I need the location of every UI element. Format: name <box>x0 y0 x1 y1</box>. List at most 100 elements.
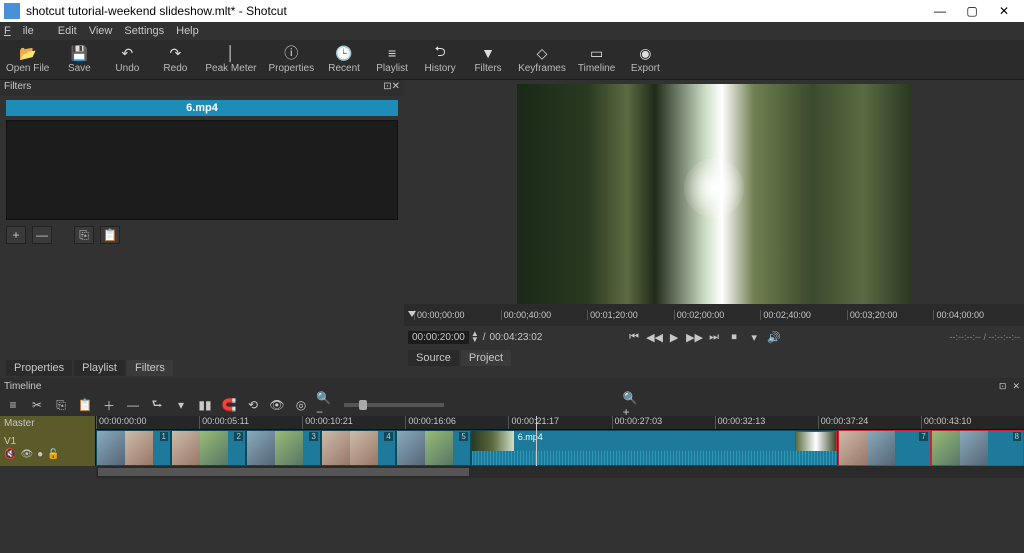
preview-ruler[interactable]: 00:00;00:0000:00;40:0000:01;20:0000:02;0… <box>404 304 1024 326</box>
tab-properties[interactable]: Properties <box>6 360 72 376</box>
window-title: shotcut tutorial-weekend slideshow.mlt* … <box>26 4 924 18</box>
stop-icon[interactable]: ⏹ <box>726 331 742 344</box>
cut-icon[interactable]: ✂ <box>28 396 46 414</box>
history-button[interactable]: ⮌History <box>422 45 458 74</box>
total-duration: 00:04:23:02 <box>490 332 543 343</box>
redo-button[interactable]: ↷Redo <box>157 45 193 74</box>
menu-file[interactable]: File <box>4 25 46 37</box>
menu-icon[interactable]: ≡ <box>4 396 22 414</box>
tab-source[interactable]: Source <box>408 350 459 366</box>
timeline-hscroll[interactable] <box>96 466 1024 478</box>
panel-close-icon[interactable]: ✕ <box>392 81 400 95</box>
selected-clip-name[interactable]: 6.mp4 <box>6 100 398 116</box>
remove-icon[interactable]: — <box>124 396 142 414</box>
zoom-slider[interactable] <box>344 403 444 407</box>
window-titlebar: shotcut tutorial-weekend slideshow.mlt* … <box>0 0 1024 22</box>
clip-7[interactable]: 7 <box>838 430 931 466</box>
clip-4[interactable]: 4 <box>321 430 396 466</box>
playlist-button[interactable]: ≡Playlist <box>374 45 410 74</box>
filters-button[interactable]: ▼Filters <box>470 45 506 74</box>
rewind-icon[interactable]: ◀◀ <box>646 331 662 344</box>
timeline-panel-title: Timeline <box>4 381 41 392</box>
save-button[interactable]: 💾Save <box>61 45 97 74</box>
timeline-close-icon[interactable]: ✕ <box>1012 381 1020 392</box>
tab-filters[interactable]: Filters <box>127 360 173 376</box>
properties-icon: ⓘ <box>283 45 299 61</box>
remove-filter-button[interactable]: — <box>32 226 52 244</box>
clip-3[interactable]: 3 <box>246 430 321 466</box>
video-preview[interactable] <box>517 84 911 304</box>
open-file-icon: 📂 <box>20 45 36 61</box>
minimize-button[interactable]: — <box>924 0 956 22</box>
append-icon[interactable]: ＋ <box>100 396 118 414</box>
filter-list-area <box>6 120 398 220</box>
filters-icon: ▼ <box>480 45 496 61</box>
volume-icon[interactable]: 🔊 <box>766 331 782 344</box>
ripple-all-icon[interactable]: ◎ <box>292 396 310 414</box>
play-icon[interactable]: ▶ <box>666 331 682 344</box>
skip-next-icon[interactable]: ⏭ <box>706 331 722 344</box>
clip-8[interactable]: 8 <box>931 430 1024 466</box>
menubar: File Edit View Settings Help <box>0 22 1024 40</box>
record-icon[interactable]: ● <box>37 449 43 460</box>
overwrite-icon[interactable]: ▾ <box>172 396 190 414</box>
peak-meter-icon: │ <box>223 45 239 61</box>
add-filter-button[interactable]: + <box>6 226 26 244</box>
track-v1-header[interactable]: V1 🔇 👁 ● 🔓 <box>0 430 96 466</box>
menu-view[interactable]: View <box>89 25 113 37</box>
clip-1[interactable]: 1 <box>96 430 171 466</box>
master-track-header[interactable]: Master <box>0 416 96 430</box>
panel-float-icon[interactable]: ⊡ <box>383 81 391 95</box>
timecode-spinner[interactable]: ▲▼ <box>471 331 479 343</box>
timeline-button[interactable]: ▭Timeline <box>578 45 615 74</box>
undo-button[interactable]: ↶Undo <box>109 45 145 74</box>
maximize-button[interactable]: ▢ <box>956 0 988 22</box>
timeline-icon: ▭ <box>589 45 605 61</box>
scrub-icon[interactable]: ⟲ <box>244 396 262 414</box>
mute-icon[interactable]: 🔇 <box>4 449 16 460</box>
snap-icon[interactable]: 🧲 <box>220 396 238 414</box>
recent-icon: 🕒 <box>336 45 352 61</box>
properties-button[interactable]: ⓘProperties <box>269 45 315 74</box>
clip-5[interactable]: 5 <box>396 430 471 466</box>
zoom-in-icon[interactable]: 🔍+ <box>623 396 641 414</box>
menu-edit[interactable]: Edit <box>58 25 77 37</box>
redo-icon: ↷ <box>167 45 183 61</box>
timeline-tracks: V1 🔇 👁 ● 🔓 123456.mp4678 <box>0 430 1024 466</box>
ripple-icon[interactable]: 👁 <box>268 396 286 414</box>
copy-filter-button[interactable]: ⎘ <box>74 226 94 244</box>
in-out-timecode: --:--:--:-- / --:--:--:-- <box>950 332 1020 342</box>
lock-icon[interactable]: 🔓 <box>47 449 59 460</box>
track-v1-clips[interactable]: 123456.mp4678 <box>96 430 1024 466</box>
skip-prev-icon[interactable]: ⏮ <box>626 331 642 344</box>
open-file-button[interactable]: 📂Open File <box>6 45 49 74</box>
dropdown-icon[interactable]: ▾ <box>746 331 762 344</box>
timeline-playhead[interactable] <box>536 416 537 466</box>
clip-6[interactable]: 6.mp46 <box>471 430 838 466</box>
preview-panel: 00:00;00:0000:00;40:0000:01;20:0000:02;0… <box>404 80 1024 378</box>
lift-icon[interactable]: ⮑ <box>148 396 166 414</box>
tab-project[interactable]: Project <box>461 350 511 366</box>
forward-icon[interactable]: ▶▶ <box>686 331 702 344</box>
clip-2[interactable]: 2 <box>171 430 246 466</box>
menu-help[interactable]: Help <box>176 25 199 37</box>
hide-icon[interactable]: 👁 <box>20 449 33 460</box>
menu-settings[interactable]: Settings <box>124 25 164 37</box>
timeline-ruler[interactable]: 00:00:00:0000:00:05:1100:00:10:2100:00:1… <box>96 416 1024 430</box>
paste-icon[interactable]: 📋 <box>76 396 94 414</box>
keyframes-button[interactable]: ◇Keyframes <box>518 45 566 74</box>
current-timecode[interactable]: 00:00:20:00 <box>408 331 469 344</box>
copy-icon[interactable]: ⎘ <box>52 396 70 414</box>
export-button[interactable]: ◉Export <box>627 45 663 74</box>
recent-button[interactable]: 🕒Recent <box>326 45 362 74</box>
save-icon: 💾 <box>71 45 87 61</box>
peak-meter-button[interactable]: │Peak Meter <box>205 45 256 74</box>
timeline-float-icon[interactable]: ⊡ <box>999 381 1007 392</box>
tab-playlist[interactable]: Playlist <box>74 360 125 376</box>
split-icon[interactable]: ▮▮ <box>196 396 214 414</box>
close-window-button[interactable]: ✕ <box>988 0 1020 22</box>
timeline-toolbar: ≡ ✂ ⎘ 📋 ＋ — ⮑ ▾ ▮▮ 🧲 ⟲ 👁 ◎ 🔍− 🔍+ <box>0 394 1024 416</box>
paste-filter-button[interactable]: 📋 <box>100 226 120 244</box>
zoom-out-icon[interactable]: 🔍− <box>316 396 334 414</box>
export-icon: ◉ <box>637 45 653 61</box>
